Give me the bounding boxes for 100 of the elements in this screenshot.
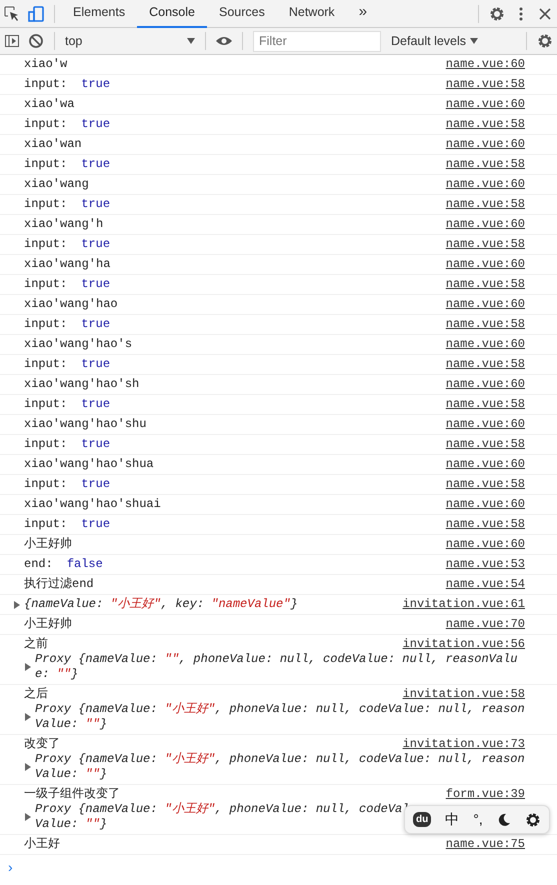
log-text: 改变了 [24, 737, 60, 752]
caret-icon [187, 38, 195, 44]
source-link[interactable]: name.vue:60 [446, 137, 525, 152]
expand-arrow-icon[interactable] [24, 713, 32, 721]
panel-tab[interactable]: Network [276, 0, 347, 28]
log-levels-dropdown[interactable]: Default levels [385, 32, 484, 50]
log-text: xiao'wang'hao'shua [24, 457, 154, 472]
expand-arrow-icon[interactable] [24, 763, 32, 771]
source-link[interactable]: name.vue:58 [446, 77, 525, 92]
log-text: 小王好帅 [24, 537, 72, 552]
log-value: true [81, 157, 110, 172]
log-text: xiao'wang'ha [24, 257, 110, 272]
source-link[interactable]: name.vue:60 [446, 497, 525, 512]
log-text: input: [24, 437, 68, 452]
source-link[interactable]: name.vue:58 [446, 397, 525, 412]
panel-tab[interactable]: Sources [206, 0, 277, 28]
log-value: true [81, 317, 110, 332]
log-value: true [81, 477, 110, 492]
logo-icon[interactable]: du [413, 812, 432, 827]
log-value: true [81, 397, 110, 412]
log-text: input: [24, 277, 68, 292]
source-link[interactable]: form.vue:39 [446, 787, 525, 802]
source-link[interactable]: name.vue:60 [446, 377, 525, 392]
source-link[interactable]: name.vue:53 [446, 557, 525, 572]
source-link[interactable]: name.vue:58 [446, 237, 525, 252]
log-value: true [81, 277, 110, 292]
caret-icon [470, 38, 478, 44]
log-value: true [81, 357, 110, 372]
prompt-icon: › [0, 855, 557, 880]
log-text: 一级子组件改变了 [24, 787, 120, 802]
moon-icon[interactable] [496, 812, 511, 826]
source-link[interactable]: name.vue:60 [446, 177, 525, 192]
source-link[interactable]: name.vue:58 [446, 197, 525, 212]
log-text: xiao'wan [24, 137, 82, 152]
source-link[interactable]: invitation.vue:56 [402, 637, 525, 652]
source-link[interactable]: name.vue:60 [446, 57, 525, 72]
panel-tab[interactable]: Elements [61, 0, 138, 28]
source-link[interactable]: name.vue:58 [446, 117, 525, 132]
source-link[interactable]: name.vue:58 [446, 517, 525, 532]
punctuation-toggle[interactable]: °, [473, 809, 483, 830]
log-text: end: [24, 557, 53, 572]
source-link[interactable]: name.vue:58 [446, 157, 525, 172]
source-link[interactable]: name.vue:58 [446, 477, 525, 492]
expand-arrow-icon[interactable] [24, 813, 32, 821]
log-text: input: [24, 197, 68, 212]
source-link[interactable]: name.vue:58 [446, 357, 525, 372]
source-link[interactable]: name.vue:60 [446, 217, 525, 232]
log-text: xiao'wa [24, 97, 74, 112]
source-link[interactable]: invitation.vue:73 [402, 737, 525, 752]
log-value: true [81, 197, 110, 212]
expand-arrow-icon[interactable] [13, 600, 21, 608]
source-link[interactable]: name.vue:58 [446, 277, 525, 292]
input-mode-toggle[interactable]: 中 [445, 809, 460, 830]
log-text: xiao'wang'hao'shu [24, 417, 146, 432]
object-preview[interactable]: {nameValue: "小王好", key: "nameValue"} [24, 597, 298, 612]
log-text: input: [24, 157, 68, 172]
log-text: input: [24, 117, 68, 132]
context-select[interactable]: top [61, 30, 199, 52]
settings-icon[interactable] [524, 812, 541, 828]
source-link[interactable]: name.vue:60 [446, 457, 525, 472]
log-text: 之后 [24, 687, 48, 702]
filter-field[interactable]: Filter [253, 30, 381, 52]
more-tabs-button[interactable]: » [346, 0, 380, 28]
log-text: 小王好 [24, 837, 60, 852]
log-text: input: [24, 237, 68, 252]
source-link[interactable]: invitation.vue:58 [402, 687, 525, 702]
log-text: xiao'w [24, 57, 68, 72]
log-text: input: [24, 517, 68, 532]
log-value: true [81, 77, 110, 92]
log-text: input: [24, 477, 68, 492]
source-link[interactable]: name.vue:60 [446, 297, 525, 312]
source-link[interactable]: name.vue:60 [446, 537, 525, 552]
log-text: input: [24, 397, 68, 412]
log-value: true [81, 517, 110, 532]
source-link[interactable]: name.vue:60 [446, 337, 525, 352]
log-text: input: [24, 357, 68, 372]
source-link[interactable]: name.vue:75 [446, 837, 525, 852]
log-value: false [66, 557, 103, 572]
source-link[interactable]: name.vue:60 [446, 257, 525, 272]
source-link[interactable]: name.vue:70 [446, 617, 525, 632]
object-preview[interactable]: Proxy {nameValue: "小王好", phoneValue: null, codeValue: null, reason Value: ""} [35, 702, 525, 732]
expand-arrow-icon[interactable] [24, 663, 32, 671]
log-value: true [81, 117, 110, 132]
log-text: input: [24, 77, 68, 92]
log-value: true [81, 437, 110, 452]
source-link[interactable]: name.vue:60 [446, 97, 525, 112]
log-text: xiao'wang'hao'shuai [24, 497, 161, 512]
source-link[interactable]: name.vue:58 [446, 437, 525, 452]
log-text: xiao'wang'hao'sh [24, 377, 140, 392]
source-link[interactable]: name.vue:60 [446, 417, 525, 432]
log-value: true [81, 237, 110, 252]
source-link[interactable]: name.vue:58 [446, 317, 525, 332]
object-preview[interactable]: Proxy {nameValue: "小王好", phoneValue: null, codeValue: null, reason Value: ""} [35, 752, 525, 782]
log-text: 执行过滤end [24, 577, 94, 592]
log-text: xiao'wang [24, 177, 89, 192]
source-link[interactable]: invitation.vue:61 [402, 597, 525, 612]
log-text: xiao'wang'hao's [24, 337, 132, 352]
source-link[interactable]: name.vue:54 [446, 577, 525, 592]
log-text: input: [24, 317, 68, 332]
object-preview[interactable]: Proxy {nameValue: "", phoneValue: null, codeValue: null, reasonValu e: ""} [35, 652, 518, 682]
